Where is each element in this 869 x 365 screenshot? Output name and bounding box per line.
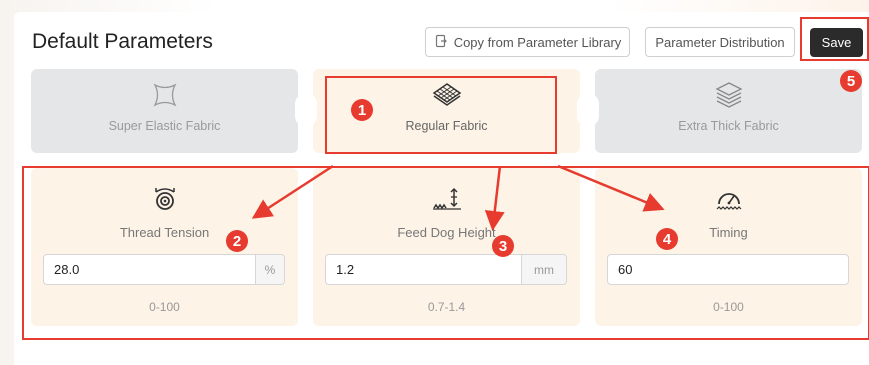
annotation-marker-3: 3	[492, 235, 514, 257]
annotation-marker-1: 1	[351, 99, 373, 121]
annotation-marker-2: 2	[226, 230, 248, 252]
annotation-arrows	[251, 164, 665, 231]
annotation-marker-4: 4	[656, 228, 678, 250]
annotation-marker-5: 5	[840, 70, 862, 92]
